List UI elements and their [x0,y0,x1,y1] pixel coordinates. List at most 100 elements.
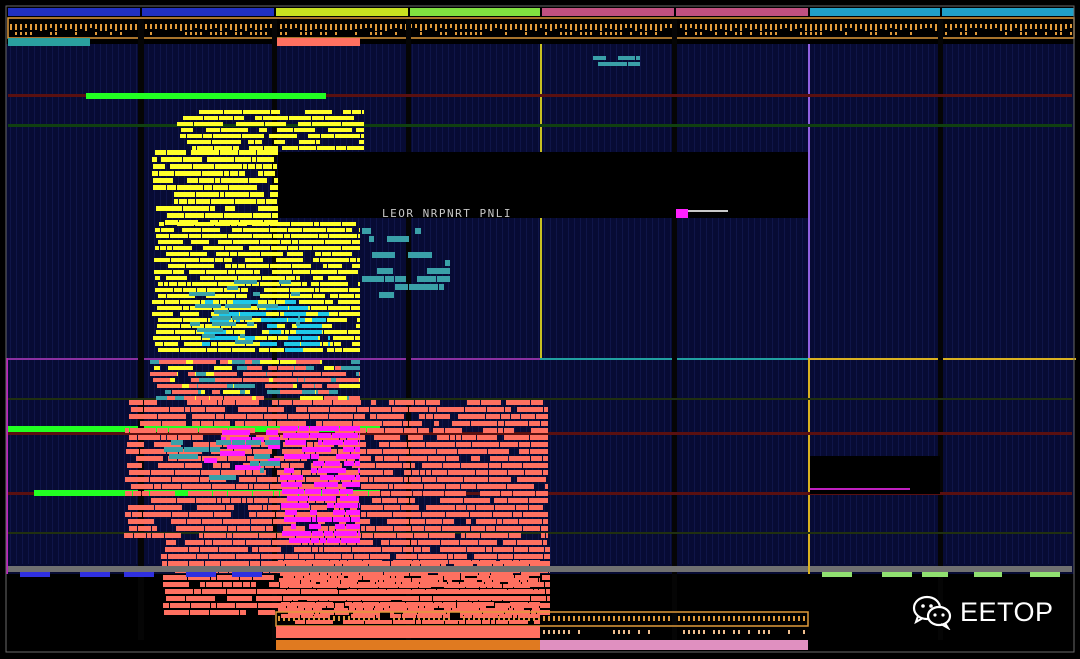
std-cell [311,505,327,510]
std-cell [186,264,214,268]
std-cell [251,526,265,531]
std-cell [220,192,224,197]
std-cell [409,407,428,412]
std-cell [359,140,364,144]
std-cell [220,360,228,364]
std-cell [172,477,199,482]
std-cell [503,519,518,524]
std-cell [346,228,352,232]
io-pin [748,630,750,634]
std-cell [152,171,158,176]
std-cell [305,378,331,382]
io-pin [790,24,792,31]
io-pin [698,616,700,621]
std-cell [136,456,163,461]
std-cell [537,596,540,600]
std-cell [157,384,182,388]
std-cell [158,294,166,298]
io-pin [430,24,432,28]
std-cell [209,554,235,559]
std-cell [325,461,340,466]
std-cell [280,475,303,480]
io-pin [850,24,852,28]
std-cell [285,510,297,515]
io-pin [585,32,587,35]
io-pin [535,24,537,31]
io-pin [350,24,352,30]
std-cell [253,449,272,454]
std-cell [238,276,261,280]
std-cell [491,620,495,624]
std-cell [299,240,324,244]
std-cell [490,456,508,461]
chip-layout-view[interactable]: LEOR NRPNRT PNLI [0,0,1080,659]
std-cell [155,276,160,280]
std-cell [318,390,329,394]
std-cell [393,512,421,517]
std-cell [284,596,296,600]
io-pin [205,24,207,30]
std-cell [394,484,423,489]
std-cell [309,524,321,529]
std-cell [392,407,408,412]
std-cell [465,407,486,412]
std-cell [285,330,289,334]
std-cell [191,240,209,244]
io-pin [568,630,570,634]
io-pin [605,24,607,28]
io-pin [820,32,822,35]
std-cell [447,578,452,582]
io-pin [220,32,222,35]
std-cell [302,282,307,286]
std-cell [228,491,252,496]
std-cell [197,288,206,292]
std-cell [357,318,360,322]
std-cell [541,526,548,531]
std-cell [152,300,164,304]
brand-text: EETOP [960,596,1054,627]
io-pin [985,24,987,29]
std-cell [285,440,306,445]
io-pin [565,24,567,29]
io-pin [700,24,702,29]
std-cell [410,519,425,524]
io-pin [15,32,17,35]
std-cell [322,372,346,376]
io-pin [875,24,877,31]
io-pin [1005,32,1007,35]
std-cell [194,122,223,126]
std-cell [168,554,196,559]
std-cell [227,533,232,538]
std-cell [266,199,277,204]
io-pin [665,24,667,28]
std-cell [493,590,498,594]
std-cell [196,192,219,197]
io-pin [255,24,257,30]
std-cell [374,435,400,440]
io-pin [758,630,760,634]
std-cell [329,234,357,238]
std-cell [215,178,220,183]
std-cell [456,435,461,440]
std-cell [167,213,184,218]
std-cell [235,421,244,426]
std-cell [396,554,417,559]
std-cell [505,407,511,412]
std-cell [336,378,359,382]
std-cell [536,491,548,496]
std-cell [188,199,195,204]
std-cell [310,414,328,419]
std-cell [384,470,393,475]
std-cell [314,482,338,487]
io-pin [1035,32,1037,35]
std-cell [518,614,540,618]
std-cell [260,282,280,286]
std-cell [203,134,212,138]
std-cell [239,150,256,155]
std-cell [456,505,466,510]
std-cell [191,603,210,608]
std-cell [411,590,432,594]
std-cell [284,342,300,346]
row-stripe [1006,44,1007,564]
row-stripe [994,44,995,564]
